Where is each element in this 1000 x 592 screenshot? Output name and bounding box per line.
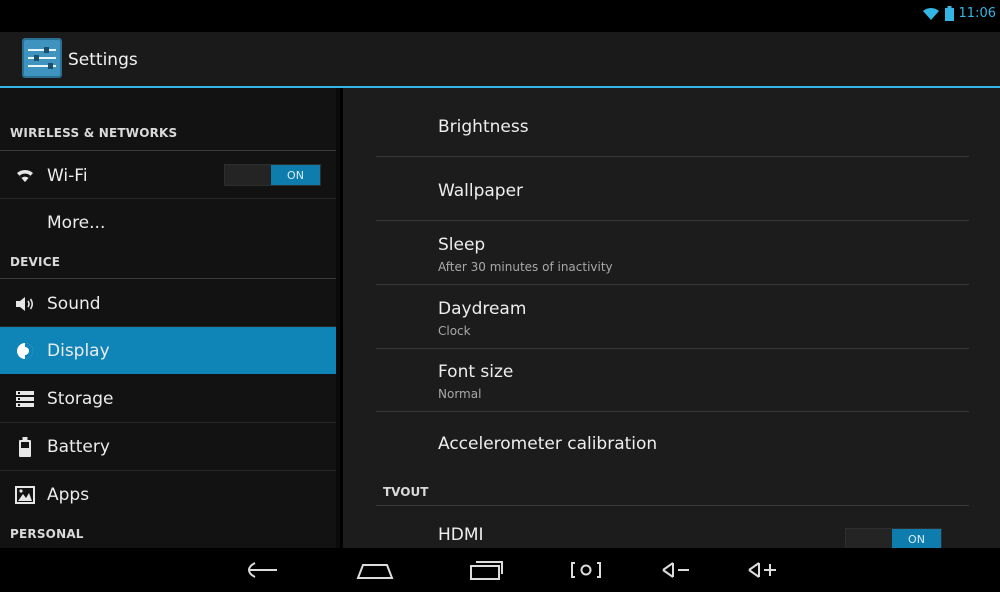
pref-title: Accelerometer calibration	[438, 434, 658, 454]
divider	[376, 411, 969, 412]
status-bar: 11:06	[0, 0, 1000, 32]
section-header-device: DEVICE	[10, 255, 61, 269]
pref-font-size[interactable]: Font size Normal	[438, 362, 513, 401]
section-header-tvout: TVOUT	[383, 485, 429, 499]
wifi-toggle-state: ON	[271, 165, 320, 185]
storage-icon	[14, 388, 36, 410]
display-icon	[14, 340, 36, 362]
wifi-icon	[14, 165, 36, 187]
action-bar: Settings	[0, 32, 1000, 88]
pref-brightness[interactable]: Brightness	[438, 117, 529, 137]
sidebar-item-label: Sound	[47, 293, 101, 314]
volume-down-icon[interactable]	[657, 556, 697, 584]
sidebar-item-storage[interactable]: Storage	[0, 375, 338, 422]
divider	[376, 348, 969, 349]
sidebar-item-label: Display	[47, 340, 110, 361]
sidebar-item-label: Wi-Fi	[47, 165, 88, 186]
pref-title: Wallpaper	[438, 181, 524, 201]
sidebar-item-battery[interactable]: Battery	[0, 423, 338, 470]
section-divider	[0, 150, 338, 151]
pref-summary: After 30 minutes of inactivity	[438, 260, 613, 274]
pref-title: Brightness	[438, 117, 529, 137]
sidebar-item-display[interactable]: Display	[0, 327, 338, 374]
section-header-personal: PERSONAL	[10, 527, 84, 541]
status-time: 11:06	[958, 6, 996, 21]
divider	[376, 156, 969, 157]
section-divider	[0, 278, 338, 279]
volume-up-icon[interactable]	[743, 556, 783, 584]
settings-icon[interactable]	[22, 38, 62, 78]
pref-wallpaper[interactable]: Wallpaper	[438, 181, 523, 201]
home-icon[interactable]	[353, 556, 397, 584]
apps-icon	[14, 484, 36, 506]
divider	[376, 284, 969, 285]
hdmi-toggle[interactable]: ON	[845, 528, 942, 548]
speaker-icon	[14, 293, 36, 315]
recents-icon[interactable]	[466, 556, 506, 584]
sidebar-item-label: Apps	[47, 484, 90, 505]
wifi-icon	[922, 7, 939, 20]
section-header-wireless: WIRELESS & NETWORKS	[10, 126, 178, 140]
pref-title: HDMI	[438, 525, 484, 545]
pref-summary: Normal	[438, 387, 482, 401]
pref-daydream[interactable]: Daydream Clock	[438, 299, 526, 338]
divider	[376, 220, 969, 221]
pref-accelerometer-calibration[interactable]: Accelerometer calibration	[438, 434, 657, 454]
sidebar-item-label: Storage	[47, 388, 114, 409]
pref-title: Daydream	[438, 299, 527, 319]
back-icon[interactable]	[243, 556, 283, 584]
screenshot-icon[interactable]	[566, 556, 606, 584]
display-settings-panel: Brightness Wallpaper Sleep After 30 minu…	[343, 88, 1000, 548]
hdmi-toggle-state: ON	[892, 529, 941, 548]
app-title: Settings	[68, 50, 138, 70]
battery-icon	[14, 436, 36, 458]
navigation-bar	[0, 548, 1000, 592]
sidebar-item-sound[interactable]: Sound	[0, 280, 338, 327]
sidebar-item-apps[interactable]: Apps	[0, 471, 338, 518]
pref-title: Font size	[438, 362, 514, 382]
pref-sleep[interactable]: Sleep After 30 minutes of inactivity	[438, 235, 613, 274]
sidebar-item-label: More...	[47, 212, 106, 233]
pref-title: Sleep	[438, 235, 486, 255]
wifi-toggle[interactable]: ON	[224, 164, 321, 186]
sidebar-item-wifi[interactable]: Wi-Fi ON	[0, 152, 338, 199]
pref-summary: Clock	[438, 324, 471, 338]
battery-icon	[944, 6, 954, 21]
sidebar-item-more[interactable]: More...	[0, 199, 338, 246]
sidebar-item-label: Battery	[47, 436, 110, 457]
settings-sidebar: WIRELESS & NETWORKS Wi-Fi ON More... DEV…	[0, 88, 340, 548]
section-divider	[376, 505, 969, 506]
status-icons: 11:06	[922, 6, 996, 21]
pref-hdmi[interactable]: HDMI	[438, 525, 484, 545]
